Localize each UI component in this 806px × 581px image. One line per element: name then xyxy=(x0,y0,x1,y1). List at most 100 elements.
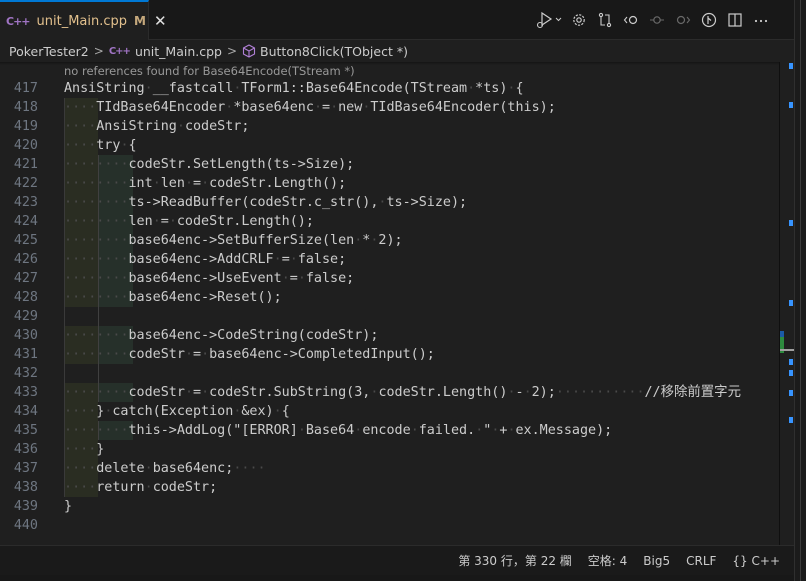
code-text[interactable]: ········base64enc->Reset(); xyxy=(64,288,282,307)
line-number[interactable]: 429 xyxy=(0,307,38,326)
overview-marker xyxy=(789,390,793,396)
code-text[interactable]: AnsiString·__fastcall·TForm1::Base64Enco… xyxy=(64,79,524,98)
code-line: 426 ········base64enc->AddCRLF·=·false; xyxy=(0,250,779,269)
line-number[interactable]: 424 xyxy=(0,212,38,231)
code-line: 430 ········base64enc->CodeString(codeStr… xyxy=(0,326,779,345)
breadcrumb-item-file[interactable]: unit_Main.cpp xyxy=(135,44,222,59)
code-text[interactable]: ····return·codeStr; xyxy=(64,478,217,497)
overview-ruler[interactable] xyxy=(780,62,794,545)
line-number[interactable]: 422 xyxy=(0,174,38,193)
settings-button[interactable] xyxy=(566,7,592,33)
line-number[interactable]: 439 xyxy=(0,497,38,516)
line-number[interactable]: 418 xyxy=(0,98,38,117)
line-number[interactable]: 417 xyxy=(0,79,38,98)
overview-marker xyxy=(789,300,793,306)
code-text[interactable]: ········ts->ReadBuffer(codeStr.c_str(),·… xyxy=(64,193,467,212)
status-indentation[interactable]: 空格: 4 xyxy=(588,552,628,569)
code-line: 433 ········codeStr·=·codeStr.SubString(3… xyxy=(0,383,779,402)
line-number[interactable]: 438 xyxy=(0,478,38,497)
code-text[interactable]: ····}·catch(Exception·&ex)·{ xyxy=(64,402,290,421)
code-line: 425 ········base64enc->SetBufferSize(len·… xyxy=(0,231,779,250)
status-bar: 第 330 行，第 22 欄 空格: 4 Big5 CRLF {} C++ xyxy=(0,545,794,575)
code-text[interactable]: ········codeStr.SetLength(ts->Size); xyxy=(64,155,354,174)
next-change-button[interactable] xyxy=(670,7,696,33)
line-number[interactable]: 419 xyxy=(0,117,38,136)
timeline-button[interactable] xyxy=(644,7,670,33)
line-number[interactable]: 421 xyxy=(0,155,38,174)
code-line: 434 ····}·catch(Exception·&ex)·{ xyxy=(0,402,779,421)
close-icon[interactable]: ✕ xyxy=(154,12,167,30)
breadcrumb-item-folder[interactable]: PokerTester2 xyxy=(9,44,89,59)
line-number[interactable]: 434 xyxy=(0,402,38,421)
code-editor[interactable]: no references found for Base64Encode(TSt… xyxy=(0,62,779,545)
code-text[interactable]: ········base64enc->SetBufferSize(len·*·2… xyxy=(64,231,403,250)
code-text[interactable]: ········len·=·codeStr.Length(); xyxy=(64,212,314,231)
code-text[interactable]: ········int·len·=·codeStr.Length(); xyxy=(64,174,346,193)
line-number[interactable]: 426 xyxy=(0,250,38,269)
line-number[interactable]: 423 xyxy=(0,193,38,212)
code-line: 419 ····AnsiString·codeStr; xyxy=(0,117,779,136)
code-text[interactable]: ········base64enc->UseEvent·=·false; xyxy=(64,269,354,288)
timeline-icon xyxy=(650,16,664,24)
code-line: 439} xyxy=(0,497,779,516)
overview-marker xyxy=(789,370,793,376)
tab-label: unit_Main.cpp xyxy=(36,13,128,29)
breadcrumb-shadow xyxy=(0,62,779,65)
code-line: 437 ····delete·base64enc;···· xyxy=(0,459,779,478)
previous-change-button[interactable] xyxy=(618,7,644,33)
code-text[interactable]: ········this->AddLog("[ERROR]·Base64·enc… xyxy=(64,421,612,440)
line-number[interactable]: 427 xyxy=(0,269,38,288)
line-number[interactable]: 433 xyxy=(0,383,38,402)
line-number[interactable]: 437 xyxy=(0,459,38,478)
code-text[interactable]: ········base64enc->AddCRLF·=·false; xyxy=(64,250,346,269)
code-text[interactable]: ········base64enc->CodeString(codeStr); xyxy=(64,326,378,345)
code-line: 436 ····} xyxy=(0,440,779,459)
line-number[interactable]: 440 xyxy=(0,516,38,535)
editor-actions xyxy=(530,0,774,40)
more-actions-icon xyxy=(754,19,768,23)
code-text[interactable]: ····AnsiString·codeStr; xyxy=(64,117,249,136)
more-actions-button[interactable] xyxy=(748,7,774,33)
next-change-icon xyxy=(676,15,691,25)
git-graph-button[interactable] xyxy=(696,7,722,33)
tab-bar: C++ unit_Main.cpp M ✕ xyxy=(0,0,794,40)
status-eol[interactable]: CRLF xyxy=(686,554,716,568)
code-line: 429 xyxy=(0,307,779,326)
overview-cursor xyxy=(780,349,794,351)
previous-change-icon xyxy=(623,15,638,25)
status-cursor-position[interactable]: 第 330 行，第 22 欄 xyxy=(458,552,571,569)
indent-guide xyxy=(98,307,99,326)
line-number[interactable]: 420 xyxy=(0,136,38,155)
status-language[interactable]: {} C++ xyxy=(732,554,780,568)
code-line: 423 ········ts->ReadBuffer(codeStr.c_str(… xyxy=(0,193,779,212)
window-edge xyxy=(800,0,801,581)
line-number[interactable]: 432 xyxy=(0,364,38,383)
line-number[interactable]: 425 xyxy=(0,231,38,250)
line-number[interactable]: 436 xyxy=(0,440,38,459)
tab-unit-main-cpp[interactable]: C++ unit_Main.cpp M ✕ xyxy=(0,0,167,40)
code-text[interactable]: ····try·{ xyxy=(64,136,137,155)
code-text[interactable]: ········codeStr·=·base64enc->CompletedIn… xyxy=(64,345,435,364)
code-text[interactable]: ····delete·base64enc;···· xyxy=(64,459,266,478)
split-editor-button[interactable] xyxy=(722,7,748,33)
code-text[interactable]: ····TIdBase64Encoder·*base64enc·=·new·TI… xyxy=(64,98,556,117)
bottom-strip xyxy=(0,575,794,581)
overview-marker xyxy=(789,102,793,108)
breadcrumb-item-symbol[interactable]: Button8Click(TObject *) xyxy=(260,44,408,59)
run-debug-icon xyxy=(536,11,562,29)
run-debug-button[interactable] xyxy=(530,7,566,33)
code-text[interactable]: ····} xyxy=(64,440,104,459)
line-number[interactable]: 435 xyxy=(0,421,38,440)
code-line: 440 xyxy=(0,516,779,535)
codelens-references[interactable]: no references found for Base64Encode(TSt… xyxy=(64,64,355,78)
code-text[interactable]: } xyxy=(64,497,72,516)
cpp-file-icon: C++ xyxy=(108,45,131,57)
code-line: 422 ········int·len·=·codeStr.Length(); xyxy=(0,174,779,193)
line-number[interactable]: 431 xyxy=(0,345,38,364)
compare-changes-button[interactable] xyxy=(592,7,618,33)
cpp-file-icon: C++ xyxy=(6,14,30,28)
status-encoding[interactable]: Big5 xyxy=(643,554,670,568)
code-text[interactable]: ········codeStr·=·codeStr.SubString(3,·c… xyxy=(64,383,741,402)
line-number[interactable]: 430 xyxy=(0,326,38,345)
line-number[interactable]: 428 xyxy=(0,288,38,307)
